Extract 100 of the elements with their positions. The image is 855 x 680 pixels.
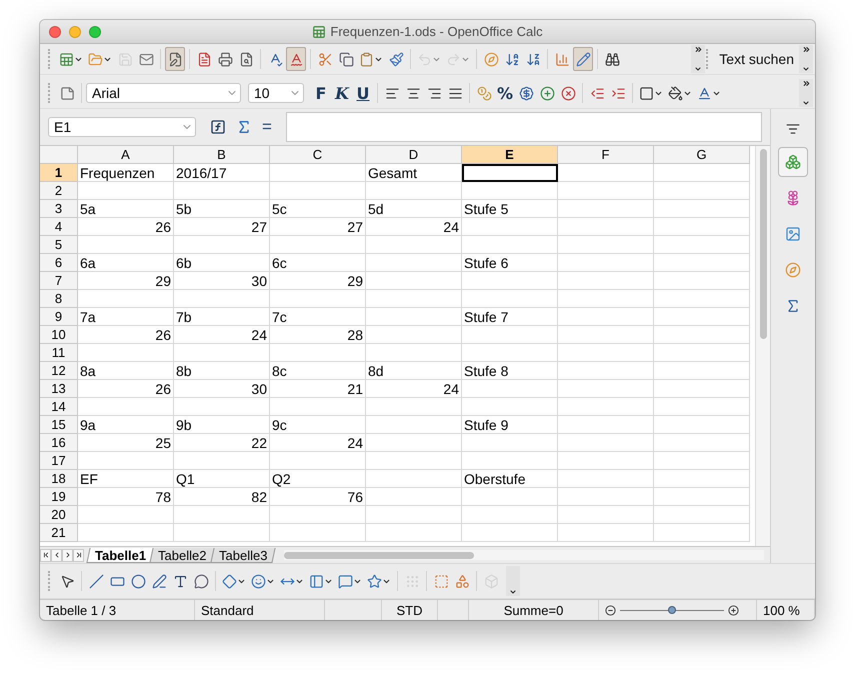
- sheet-tab[interactable]: Tabelle1: [86, 548, 155, 562]
- square-icon: [639, 86, 654, 100]
- caret-icon: [802, 99, 810, 107]
- coins-icon: [476, 86, 492, 100]
- styles-icon: [60, 86, 74, 100]
- column-header[interactable]: B: [174, 146, 270, 164]
- table-cell: 82: [174, 488, 270, 506]
- table-cell: 26: [78, 380, 174, 398]
- row-header[interactable]: 6: [40, 254, 78, 272]
- search-label[interactable]: Text suchen: [715, 51, 798, 67]
- selection-mode: STD: [382, 600, 438, 620]
- row-header[interactable]: 2: [40, 182, 78, 200]
- column-header[interactable]: D: [366, 146, 462, 164]
- floppy-icon: [118, 52, 132, 66]
- column-header[interactable]: E: [462, 146, 558, 164]
- vertical-scrollbar[interactable]: [755, 146, 770, 546]
- table-cell: 30: [174, 272, 270, 290]
- column-header[interactable]: F: [558, 146, 654, 164]
- table-cell: Stufe 5: [462, 200, 558, 218]
- cube-icon: [484, 574, 498, 588]
- format-button[interactable]: U: [353, 81, 373, 105]
- speech-bubble-icon: [194, 574, 208, 588]
- redo-icon: [446, 52, 461, 66]
- sheet-tab[interactable]: Tabelle3: [210, 548, 276, 562]
- previous-sheet-button[interactable]: [51, 548, 62, 562]
- caret-icon: [509, 588, 517, 596]
- table-cell: 24: [366, 380, 462, 398]
- table-cell: 6b: [174, 254, 270, 272]
- table-cell: 24: [174, 326, 270, 344]
- chevrons-icon: [802, 79, 810, 88]
- star-icon: [367, 574, 382, 588]
- frame-icon: [434, 574, 448, 588]
- table-cell: 8c: [270, 362, 366, 380]
- format-button[interactable]: K: [332, 81, 352, 105]
- more-button[interactable]: [691, 45, 706, 73]
- font-name-combo[interactable]: Arial: [86, 83, 241, 103]
- row-header[interactable]: 13: [40, 380, 78, 398]
- spreadsheet-icon: [59, 52, 74, 66]
- sum-display: Summe=0: [469, 600, 599, 620]
- name-box[interactable]: E1: [48, 117, 196, 137]
- column-header[interactable]: A: [78, 146, 174, 164]
- zoom-button[interactable]: [89, 26, 101, 38]
- first-sheet-button[interactable]: [40, 548, 51, 562]
- formula-input[interactable]: [286, 112, 762, 142]
- row-header[interactable]: 11: [40, 344, 78, 362]
- table-cell: 5c: [270, 200, 366, 218]
- sheet-tab[interactable]: Tabelle2: [149, 548, 216, 562]
- row-header[interactable]: 9: [40, 308, 78, 326]
- format-button[interactable]: %: [495, 81, 516, 105]
- more-button[interactable]: [799, 45, 813, 73]
- text-icon: [172, 574, 188, 588]
- column-header[interactable]: G: [654, 146, 750, 164]
- table-cell: 26: [78, 326, 174, 344]
- align-center-icon: [406, 86, 420, 100]
- row-header[interactable]: 20: [40, 506, 78, 524]
- paintbrush-icon: [388, 52, 404, 66]
- row-header[interactable]: 1: [40, 164, 78, 182]
- row-header[interactable]: 18: [40, 470, 78, 488]
- font-size-combo[interactable]: 10: [248, 83, 304, 103]
- page-search-icon: [238, 52, 254, 66]
- last-sheet-button[interactable]: [73, 548, 84, 562]
- row-header[interactable]: 14: [40, 398, 78, 416]
- row-header[interactable]: 16: [40, 434, 78, 452]
- row-header[interactable]: 4: [40, 218, 78, 236]
- edit-icon: [168, 52, 182, 66]
- spreadsheet-icon: [312, 24, 326, 38]
- zoom-out-icon[interactable]: [605, 604, 616, 616]
- more-button[interactable]: [799, 79, 813, 107]
- table-cell: 6c: [270, 254, 366, 272]
- row-header[interactable]: 12: [40, 362, 78, 380]
- column-header[interactable]: C: [270, 146, 366, 164]
- sidebar-button[interactable]: [778, 147, 808, 177]
- row-header[interactable]: 7: [40, 272, 78, 290]
- row-header[interactable]: 17: [40, 452, 78, 470]
- table-cell: 5a: [78, 200, 174, 218]
- row-header[interactable]: 3: [40, 200, 78, 218]
- indent-icon: [610, 86, 626, 100]
- function-button[interactable]: =: [260, 117, 274, 137]
- row-header[interactable]: 15: [40, 416, 78, 434]
- table-cell: 76: [270, 488, 366, 506]
- align-justify-icon: [448, 86, 462, 100]
- dots-icon: [404, 574, 420, 588]
- toolbar-button[interactable]: [165, 47, 185, 71]
- folder-icon: [88, 52, 103, 66]
- undo-icon: [417, 52, 432, 66]
- row-header[interactable]: 19: [40, 488, 78, 506]
- zoom-in-icon[interactable]: [728, 604, 739, 616]
- table-cell: 22: [174, 434, 270, 452]
- diamond-icon: [222, 574, 237, 588]
- table-cell: 7a: [78, 308, 174, 326]
- close-button[interactable]: [49, 26, 61, 38]
- row-header[interactable]: 8: [40, 290, 78, 308]
- table-cell: Q2: [270, 470, 366, 488]
- table-cell: 29: [270, 272, 366, 290]
- horizontal-scrollbar[interactable]: [284, 550, 764, 560]
- row-header[interactable]: 10: [40, 326, 78, 344]
- row-header[interactable]: 5: [40, 236, 78, 254]
- format-button[interactable]: F: [311, 81, 331, 105]
- next-sheet-button[interactable]: [62, 548, 73, 562]
- row-header[interactable]: 21: [40, 524, 78, 542]
